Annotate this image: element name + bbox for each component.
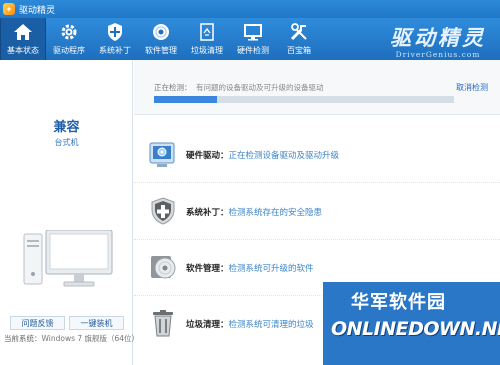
- nav-cleanup[interactable]: 垃圾清理: [184, 18, 230, 60]
- nav-label: 基本状态: [7, 46, 39, 55]
- scan-progress-fill: [154, 96, 217, 103]
- check-desc: 检测系统存在的安全隐患: [228, 208, 323, 218]
- system-value: Windows 7 旗舰版（64位）: [41, 334, 140, 343]
- disc-icon: [150, 21, 172, 43]
- scan-label: 正在检测：: [154, 83, 192, 92]
- check-title: 软件管理：: [186, 264, 229, 274]
- window-title: 驱动精灵: [19, 5, 56, 16]
- check-desc: 检测系统可升级的软件: [228, 264, 314, 274]
- check-item-hardware-driver[interactable]: 硬件驱动：正在检测设备驱动及驱动升级: [134, 127, 500, 183]
- left-panel: 兼容 台式机 问题反馈 一键装机 当前系统：Windows 7 旗舰版（64位）: [0, 60, 139, 365]
- shield-plus-icon: [148, 196, 178, 226]
- check-text: 软件管理：检测系统可升级的软件: [186, 262, 314, 274]
- check-desc: 检测系统可清理的垃圾: [228, 320, 314, 330]
- nav-drivers[interactable]: 驱动程序: [46, 18, 92, 60]
- nav-label: 系统补丁: [99, 46, 131, 55]
- title-bar: ✦ 驱动精灵: [0, 0, 500, 18]
- system-info: 当前系统：Windows 7 旗舰版（64位）: [4, 333, 139, 344]
- trash-icon: [196, 21, 218, 43]
- hardware-driver-icon: [148, 139, 178, 169]
- check-title: 系统补丁：: [186, 208, 229, 218]
- nav-hardware[interactable]: 硬件检测: [230, 18, 276, 60]
- desktop-pc-icon: [22, 229, 114, 294]
- gear-icon: [58, 21, 80, 43]
- shield-icon: [104, 21, 126, 43]
- nav-toolbox[interactable]: 百宝箱: [276, 18, 322, 60]
- check-desc: 正在检测设备驱动及驱动升级: [228, 151, 340, 161]
- site-watermark: 华军软件园 ONLINEDOWN.NET: [323, 282, 500, 365]
- monitor-icon: [242, 21, 264, 43]
- nav-software[interactable]: 软件管理: [138, 18, 184, 60]
- check-text: 硬件驱动：正在检测设备驱动及驱动升级: [186, 149, 339, 161]
- app-logo-icon: ✦: [3, 3, 15, 15]
- software-disc-icon: [148, 252, 178, 282]
- check-text: 系统补丁：检测系统存在的安全隐患: [186, 206, 322, 218]
- scan-progress-bar: [154, 96, 454, 103]
- main-toolbar: 基本状态 驱动程序 系统补丁 软件管理 垃圾清理 硬件检测 百宝箱 驱动精灵 D…: [0, 18, 500, 60]
- nav-bar: 基本状态 驱动程序 系统补丁 软件管理 垃圾清理 硬件检测 百宝箱: [0, 18, 322, 60]
- nav-label: 百宝箱: [287, 46, 311, 55]
- app-window: ✦ 驱动精灵 基本状态 驱动程序 系统补丁 软件管理 垃圾清理 硬件检测 百宝箱…: [0, 0, 500, 365]
- nav-label: 硬件检测: [237, 46, 269, 55]
- check-title: 硬件驱动：: [186, 151, 229, 161]
- nav-patches[interactable]: 系统补丁: [92, 18, 138, 60]
- check-text: 垃圾清理：检测系统可清理的垃圾: [186, 318, 314, 330]
- brand-logo: 驱动精灵 DriverGenius.com: [390, 22, 486, 59]
- system-label: 当前系统：: [4, 334, 42, 343]
- scan-target: 有问题的设备驱动及可升级的设备驱动: [196, 83, 324, 92]
- watermark-en: ONLINEDOWN.NET: [331, 318, 500, 340]
- watermark-cn: 华军软件园: [351, 292, 446, 313]
- brand-url: DriverGenius.com: [395, 50, 481, 59]
- pc-form-factor: 台式机: [54, 138, 79, 147]
- trash-bin-icon: [148, 308, 178, 338]
- brand-name: 驱动精灵: [390, 25, 486, 50]
- check-item-system-patch[interactable]: 系统补丁：检测系统存在的安全隐患: [134, 184, 500, 240]
- nav-label: 驱动程序: [53, 46, 85, 55]
- cancel-scan-link[interactable]: 取消检测: [456, 82, 488, 93]
- nav-label: 垃圾清理: [191, 46, 223, 55]
- check-title: 垃圾清理：: [186, 320, 229, 330]
- feedback-button[interactable]: 问题反馈: [10, 316, 65, 330]
- scan-status: 正在检测： 有问题的设备驱动及可升级的设备驱动 取消检测: [134, 60, 500, 115]
- nav-label: 软件管理: [145, 46, 177, 55]
- home-icon: [12, 21, 34, 43]
- nav-basic-status[interactable]: 基本状态: [0, 18, 46, 60]
- pc-brand: 兼容: [53, 120, 80, 135]
- tools-icon: [288, 21, 310, 43]
- one-click-install-button[interactable]: 一键装机: [69, 316, 124, 330]
